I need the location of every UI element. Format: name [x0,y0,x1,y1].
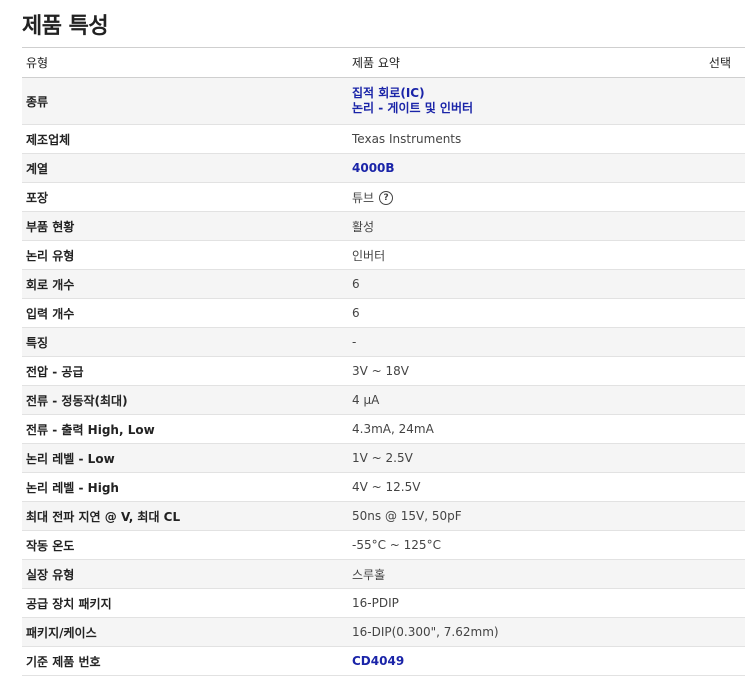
row-value: 스루홀 [352,567,386,582]
row-label: 제조업체 [26,132,71,147]
table-row: 논리 유형 인버터 [22,241,745,270]
row-value: 3V ~ 18V [352,364,410,378]
row-label: 전압 - 공급 [26,364,84,379]
table-row: 제조업체 Texas Instruments [22,125,745,154]
table-row: 전압 - 공급 3V ~ 18V [22,357,745,386]
table-row: 회로 개수 6 [22,270,745,299]
row-label: 계열 [26,161,49,176]
table-row: 전류 - 출력 High, Low 4.3mA, 24mA [22,415,745,444]
row-label: 기준 제품 번호 [26,654,101,669]
table-row: 부품 현황 활성 [22,212,745,241]
header-select: 선택 [708,56,731,70]
row-value: - [352,335,357,349]
header-type: 유형 [26,56,49,70]
row-label: 논리 유형 [26,248,75,263]
table-row: 종류 집적 회로(IC) 논리 - 게이트 및 인버터 [22,78,745,125]
table-header: 유형 제품 요약 선택 [22,48,745,78]
base-part-number-link[interactable]: CD4049 [352,654,404,668]
row-label: 논리 레벨 - Low [26,451,115,466]
row-label: 회로 개수 [26,277,75,292]
table-row: 특징 - [22,328,745,357]
row-label: 논리 레벨 - High [26,480,119,495]
row-label: 입력 개수 [26,306,75,321]
row-value: 튜브 [352,190,375,205]
table-row: 기준 제품 번호 CD4049 [22,647,745,676]
category-link-ic[interactable]: 집적 회로(IC) [352,86,692,101]
row-value: 4V ~ 12.5V [352,480,421,494]
row-value: 4.3mA, 24mA [352,422,434,436]
row-label: 패키지/케이스 [26,625,97,640]
table-row: 최대 전파 지연 @ V, 최대 CL 50ns @ 15V, 50pF [22,502,745,531]
table-row: 실장 유형 스루홀 [22,560,745,589]
product-attributes-table: 유형 제품 요약 선택 종류 집적 회로(IC) 논리 - 게이트 및 인버터 … [22,47,745,676]
table-row: 작동 온도 -55°C ~ 125°C [22,531,745,560]
row-label: 실장 유형 [26,567,75,582]
row-label: 포장 [26,190,49,205]
row-value: 6 [352,306,360,320]
row-value: 6 [352,277,360,291]
row-label: 전류 - 출력 High, Low [26,422,155,437]
table-row: 계열 4000B [22,154,745,183]
row-value: 50ns @ 15V, 50pF [352,509,462,523]
row-label: 공급 장치 패키지 [26,596,112,611]
table-row: 논리 레벨 - High 4V ~ 12.5V [22,473,745,502]
table-row: 패키지/케이스 16-DIP(0.300", 7.62mm) [22,618,745,647]
row-label: 특징 [26,335,49,350]
table-row: 공급 장치 패키지 16-PDIP [22,589,745,618]
header-summary: 제품 요약 [352,56,400,70]
table-row: 입력 개수 6 [22,299,745,328]
row-value: 1V ~ 2.5V [352,451,413,465]
category-link-logic-gates[interactable]: 논리 - 게이트 및 인버터 [352,101,692,116]
row-label: 종류 [26,94,49,109]
row-value: 16-DIP(0.300", 7.62mm) [352,625,499,639]
row-label: 전류 - 정동작(최대) [26,393,128,408]
row-value: 4 µA [352,393,380,407]
row-value: -55°C ~ 125°C [352,538,441,552]
help-icon[interactable]: ? [379,191,394,205]
row-value: 인버터 [352,248,386,263]
table-row: 포장 튜브? [22,183,745,212]
row-label: 작동 온도 [26,538,75,553]
series-link[interactable]: 4000B [352,161,395,175]
row-value: Texas Instruments [352,132,462,146]
row-label: 부품 현황 [26,219,75,234]
table-row: 전류 - 정동작(최대) 4 µA [22,386,745,415]
page-title: 제품 특성 [22,14,109,39]
row-label: 최대 전파 지연 @ V, 최대 CL [26,509,181,524]
table-row: 논리 레벨 - Low 1V ~ 2.5V [22,444,745,473]
row-value: 16-PDIP [352,596,399,610]
row-value: 활성 [352,219,375,234]
